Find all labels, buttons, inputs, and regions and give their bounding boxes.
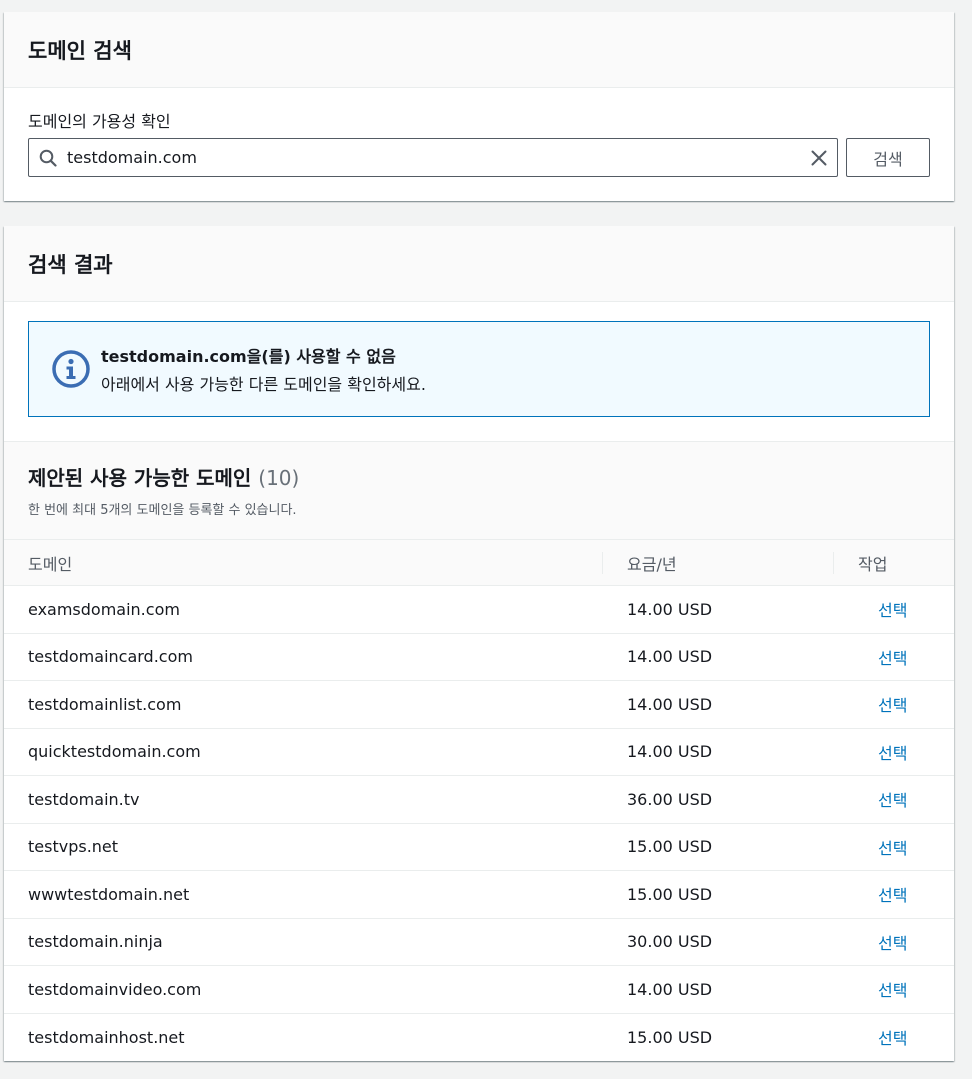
table-column-header: 도메인 요금/년 작업 [4,540,954,586]
domain-cell: wwwtestdomain.net [28,884,190,904]
select-link[interactable]: 선택 [878,824,907,871]
domain-search-title: 도메인 검색 [28,38,132,63]
search-icon [29,139,67,176]
domain-cell: examsdomain.com [28,599,180,619]
search-button[interactable]: 검색 [846,138,930,177]
select-link[interactable]: 선택 [878,776,907,823]
select-link[interactable]: 선택 [878,966,907,1013]
select-link[interactable]: 선택 [878,634,907,681]
unavailable-alert: testdomain.com을(를) 사용할 수 없음 아래에서 사용 가능한 … [28,321,930,417]
domain-cell: testdomain.tv [28,789,140,809]
select-link[interactable]: 선택 [878,1014,907,1062]
select-link[interactable]: 선택 [878,729,907,776]
table-row: testdomainhost.net 15.00 USD 선택 [4,1014,954,1062]
price-cell: 14.00 USD [627,979,713,999]
domain-cell: quicktestdomain.com [28,742,201,762]
info-icon [51,349,91,389]
table-row: quicktestdomain.com 14.00 USD 선택 [4,729,954,776]
select-link[interactable]: 선택 [878,586,907,633]
domain-cell: testvps.net [28,837,119,857]
column-action: 작업 [858,555,888,574]
table-row: wwwtestdomain.net 15.00 USD 선택 [4,871,954,919]
alert-domain: testdomain.com [101,347,247,366]
price-cell: 14.00 USD [627,742,713,762]
price-cell: 14.00 USD [627,647,713,667]
price-cell: 15.00 USD [627,1027,713,1047]
suggested-domains-title: 제안된 사용 가능한 도메인 (10) [28,462,930,491]
table-row: testdomaincard.com 14.00 USD 선택 [4,634,954,681]
table-row: testdomainlist.com 14.00 USD 선택 [4,681,954,729]
table-row: testdomainvideo.com 14.00 USD 선택 [4,966,954,1014]
price-cell: 30.00 USD [627,932,713,952]
table-row: testvps.net 15.00 USD 선택 [4,824,954,871]
price-cell: 15.00 USD [627,884,713,904]
alert-body: 아래에서 사용 가능한 다른 도메인을 확인하세요. [101,375,426,394]
domain-table-body: examsdomain.com 14.00 USD 선택 testdomainc… [4,586,954,1061]
domain-cell: testdomainvideo.com [28,979,202,999]
table-row: testdomain.ninja 30.00 USD 선택 [4,919,954,966]
alert-title: testdomain.com을(를) 사용할 수 없음 [101,343,426,367]
domain-cell: testdomainlist.com [28,694,182,714]
price-cell: 14.00 USD [627,694,713,714]
alert-text: testdomain.com을(를) 사용할 수 없음 아래에서 사용 가능한 … [101,343,426,395]
column-divider [602,552,603,574]
suggested-domains-description: 한 번에 최대 5개의 도메인을 등록할 수 있습니다. [28,503,297,518]
price-cell: 36.00 USD [627,789,713,809]
select-link[interactable]: 선택 [878,871,907,918]
table-row: testdomain.tv 36.00 USD 선택 [4,776,954,824]
price-cell: 15.00 USD [627,837,713,857]
domain-search-header: 도메인 검색 [4,12,954,88]
column-divider [833,552,834,574]
search-results-panel: 검색 결과 testdomain.com을(를) 사용할 수 없음 아래에서 사… [4,226,954,1061]
column-price[interactable]: 요금/년 [627,540,677,586]
domain-cell: testdomain.ninja [28,932,163,952]
domain-cell: testdomainhost.net [28,1027,185,1047]
price-cell: 14.00 USD [627,599,713,619]
alert-title-suffix: 을(를) 사용할 수 없음 [246,347,396,366]
suggested-domains-title-text: 제안된 사용 가능한 도메인 [28,466,252,490]
search-results-header: 검색 결과 [4,226,954,302]
close-icon[interactable] [801,139,837,176]
domain-search-input[interactable] [67,148,801,167]
select-link[interactable]: 선택 [878,681,907,728]
domain-search-box[interactable] [28,138,838,177]
suggested-domains-header: 제안된 사용 가능한 도메인 (10) 한 번에 최대 5개의 도메인을 등록할… [4,441,954,540]
column-domain[interactable]: 도메인 [28,540,72,586]
suggested-domains-count: (10) [258,466,300,490]
availability-field-label: 도메인의 가용성 확인 [28,112,171,131]
domain-search-panel: 도메인 검색 도메인의 가용성 확인 검색 [4,12,954,201]
search-results-title: 검색 결과 [28,252,113,277]
domain-cell: testdomaincard.com [28,647,193,667]
select-link[interactable]: 선택 [878,919,907,966]
table-row: examsdomain.com 14.00 USD 선택 [4,586,954,634]
